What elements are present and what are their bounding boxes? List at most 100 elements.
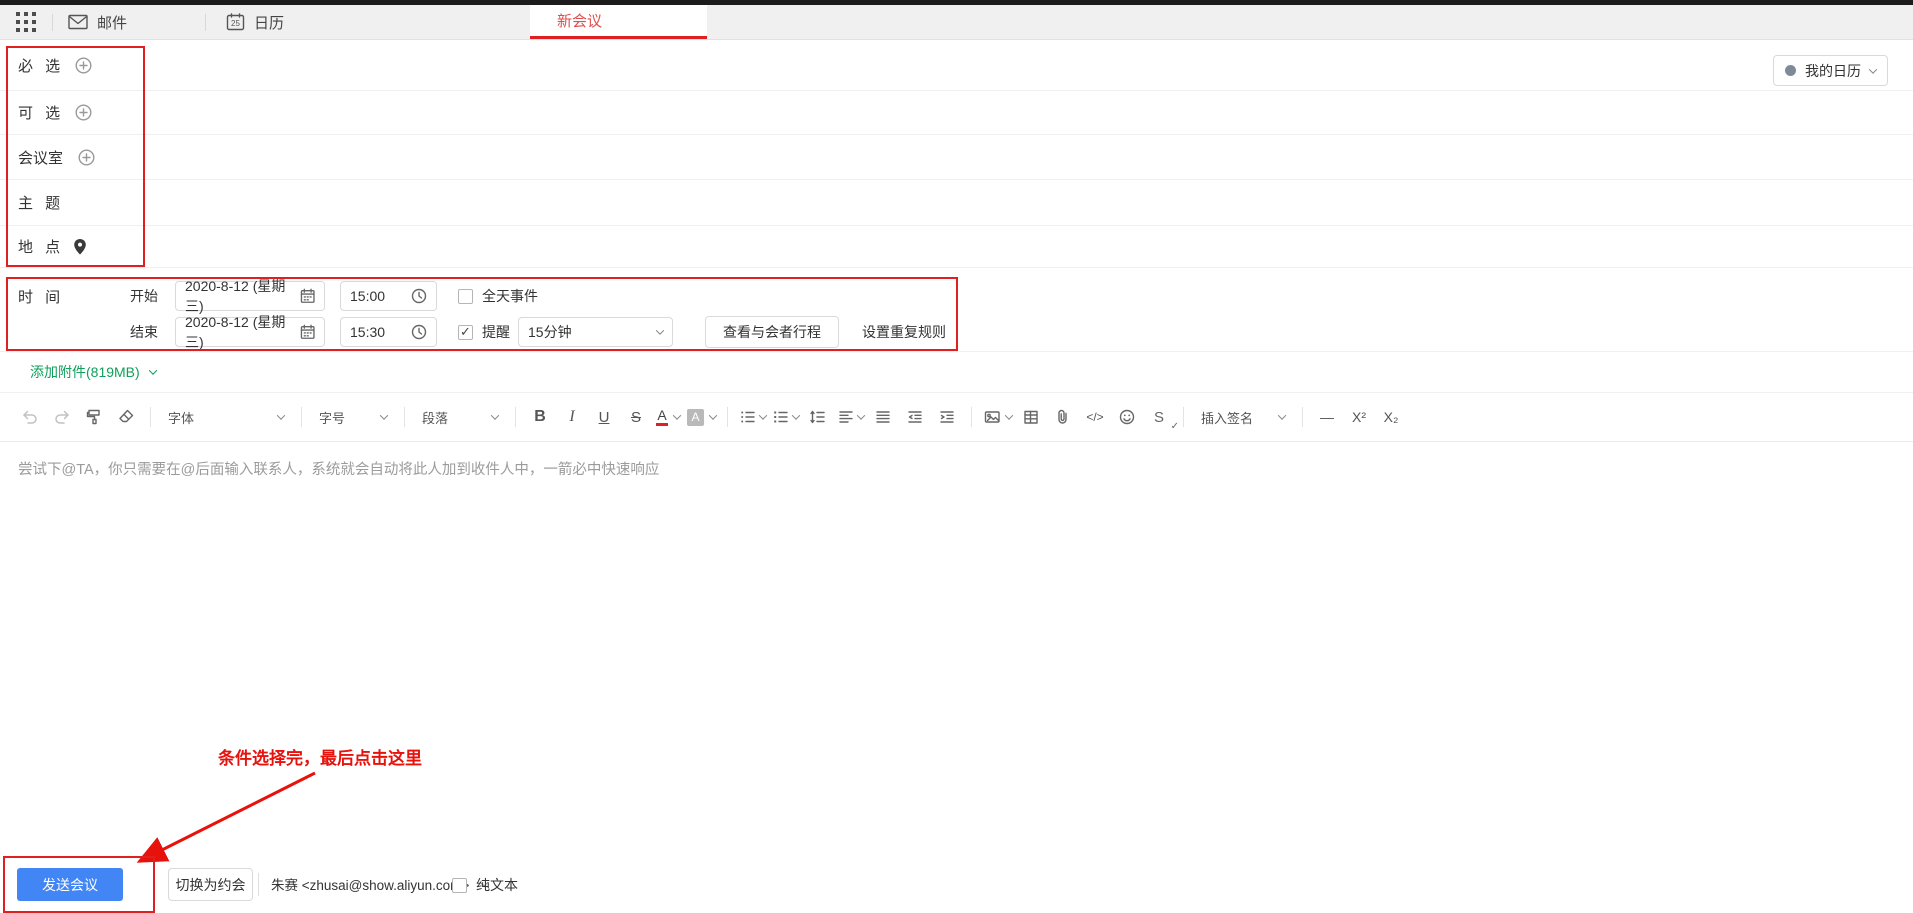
chevron-down-icon <box>379 411 389 420</box>
tab-mail[interactable]: 邮件 <box>53 5 205 39</box>
redo-icon <box>55 410 69 424</box>
font-color-icon: A <box>656 408 668 426</box>
footer-bar: 发送会议 切换为约会 朱赛 <zhusai@show.aliyun.com> 纯… <box>0 862 1913 913</box>
underline-button[interactable]: U <box>591 404 617 430</box>
toolbar-divider <box>515 407 516 427</box>
plaintext-toggle[interactable]: 纯文本 <box>452 875 518 895</box>
editor-body[interactable]: 尝试下@TA，你只需要在@后面输入联系人，系统就会自动将此人加到收件人中，一箭必… <box>0 442 1913 853</box>
toolbar-divider <box>1183 407 1184 427</box>
add-optional-button[interactable] <box>75 104 92 121</box>
allday-checkbox[interactable] <box>458 288 473 304</box>
image-icon <box>984 411 1000 423</box>
emoji-icon <box>1119 409 1135 425</box>
reminder-select[interactable]: 15分钟 <box>518 317 673 347</box>
attachment-row: 添加附件(819MB) <box>0 352 1913 393</box>
view-attendee-schedule-button[interactable]: 查看与会者行程 <box>705 316 839 348</box>
location-pin-button[interactable] <box>73 238 87 256</box>
bullet-list-icon <box>741 411 755 423</box>
tab-new-meeting-label: 新会议 <box>557 13 603 30</box>
strikethrough-button[interactable]: S <box>623 404 649 430</box>
end-time-row: 结束 2020-8-12 (星期三) 15:30 提醒 15分钟 查看与会者行程… <box>0 314 1913 350</box>
align-left-button[interactable] <box>837 404 866 430</box>
chevron-down-icon <box>490 411 500 420</box>
bold-button[interactable]: B <box>527 404 553 430</box>
align-justify-button[interactable] <box>870 404 896 430</box>
chevron-down-icon <box>672 411 681 420</box>
chevron-down-icon <box>1004 411 1014 420</box>
horizontal-rule-button[interactable]: — <box>1314 404 1340 430</box>
insert-signature-select[interactable]: 插入签名 <box>1195 404 1291 430</box>
tab-mail-label: 邮件 <box>97 14 128 32</box>
plus-circle-icon <box>75 104 92 121</box>
required-label: 必 选 <box>18 57 61 75</box>
my-calendar-label: 我的日历 <box>1805 62 1861 79</box>
paragraph-select[interactable]: 段落 <box>416 404 504 430</box>
plaintext-checkbox[interactable] <box>452 877 467 893</box>
chevron-down-icon <box>791 411 801 420</box>
indent-increase-button[interactable] <box>934 404 960 430</box>
end-time-input[interactable]: 15:30 <box>340 317 437 347</box>
emoji-button[interactable] <box>1114 404 1140 430</box>
indent-increase-icon <box>940 411 954 423</box>
font-color-button[interactable]: A <box>655 404 681 430</box>
font-size-select[interactable]: 字号 <box>313 404 393 430</box>
font-family-select[interactable]: 字体 <box>162 404 290 430</box>
insert-link-button[interactable] <box>1050 404 1076 430</box>
location-pin-icon <box>74 238 86 254</box>
send-meeting-button[interactable]: 发送会议 <box>17 868 123 901</box>
location-label: 地 点 <box>18 239 61 256</box>
time-label: 时 间 <box>18 288 61 306</box>
reminder-label: 提醒 <box>482 324 510 340</box>
chevron-down-icon <box>758 411 768 420</box>
reminder-checkbox[interactable] <box>458 324 473 340</box>
add-room-button[interactable] <box>78 148 95 166</box>
undo-button[interactable] <box>17 404 43 430</box>
meeting-form-fields: 必 选 可 选 会议室 主 题 地 点 <box>0 40 1913 268</box>
highlight-color-button[interactable]: A <box>687 404 718 430</box>
start-date-value: 2020-8-12 (星期三) <box>185 278 286 314</box>
svg-text:25: 25 <box>231 19 240 28</box>
highlight-color-icon: A <box>687 408 704 426</box>
end-date-input[interactable]: 2020-8-12 (星期三) <box>175 314 325 350</box>
location-field[interactable]: 地 点 <box>0 226 1913 268</box>
switch-to-appointment-button[interactable]: 切换为约会 <box>168 868 253 901</box>
tab-row: 邮件 25 日历 新会议 <box>0 5 1913 40</box>
top-tab-bar: 邮件 25 日历 新会议 <box>0 0 1913 40</box>
end-label: 结束 <box>130 324 158 340</box>
meeting-room-field[interactable]: 会议室 <box>0 135 1913 180</box>
indent-decrease-button[interactable] <box>902 404 928 430</box>
grid-icon <box>16 12 36 32</box>
link-icon <box>1058 409 1067 424</box>
optional-attendees-field[interactable]: 可 选 <box>0 91 1913 135</box>
subject-field[interactable]: 主 题 <box>0 180 1913 226</box>
chevron-down-icon <box>655 326 665 335</box>
subscript-button[interactable]: X₂ <box>1378 404 1404 430</box>
app-grid-button[interactable] <box>0 5 52 39</box>
tab-new-meeting[interactable]: 新会议 <box>530 5 707 39</box>
numbered-list-button[interactable] <box>772 404 801 430</box>
add-attachment-button[interactable]: 添加附件(819MB) <box>30 362 157 382</box>
eraser-button[interactable] <box>113 404 139 430</box>
spellcheck-button[interactable]: S ✓ <box>1146 404 1179 433</box>
add-required-button[interactable] <box>75 56 92 74</box>
toolbar-divider <box>727 407 728 427</box>
chevron-down-icon <box>1277 411 1287 420</box>
format-painter-button[interactable] <box>81 404 107 430</box>
tab-calendar[interactable]: 25 日历 <box>206 5 368 39</box>
toolbar-divider <box>1302 407 1303 427</box>
redo-button[interactable] <box>49 404 75 430</box>
insert-code-button[interactable]: </> <box>1082 404 1108 430</box>
optional-label: 可 选 <box>18 105 61 122</box>
line-height-button[interactable] <box>805 404 831 430</box>
clock-icon <box>411 324 427 340</box>
bullet-list-button[interactable] <box>739 404 768 430</box>
recurrence-rule-link[interactable]: 设置重复规则 <box>862 322 946 342</box>
superscript-button[interactable]: X² <box>1346 404 1372 430</box>
insert-table-button[interactable] <box>1018 404 1044 430</box>
italic-button[interactable]: I <box>559 404 585 430</box>
required-attendees-field[interactable]: 必 选 <box>0 40 1913 91</box>
my-calendar-selector[interactable]: 我的日历 <box>1773 55 1888 86</box>
insert-image-button[interactable] <box>983 404 1014 430</box>
start-date-input[interactable]: 2020-8-12 (星期三) <box>175 278 325 314</box>
start-time-input[interactable]: 15:00 <box>340 281 437 311</box>
